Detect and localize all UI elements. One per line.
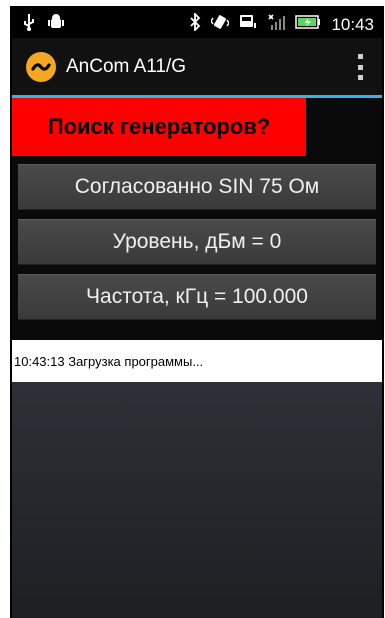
empty-content-area xyxy=(12,382,382,618)
overflow-menu-icon[interactable] xyxy=(358,54,364,80)
signal-icon xyxy=(267,13,286,36)
app-title: AnCom A11/G xyxy=(66,56,187,77)
status-icons-right: 10:43 xyxy=(189,11,374,36)
battery-icon xyxy=(295,14,321,35)
usb-icon xyxy=(22,13,36,36)
action-bar: AnCom A11/G xyxy=(12,38,382,98)
menu-dot xyxy=(358,54,363,59)
level-button[interactable]: Уровень, дБм = 0 xyxy=(18,219,376,265)
storage-icon xyxy=(239,13,257,36)
phone-screen: 10:43 AnCom A11/G Поиск генераторов? Сог… xyxy=(10,6,384,618)
log-line: 10:43:13 Загрузка программы... xyxy=(12,340,382,382)
frequency-button[interactable]: Частота, кГц = 100.000 xyxy=(18,274,376,320)
main-panel: Поиск генераторов? Согласованно SIN 75 О… xyxy=(12,98,382,340)
menu-dot xyxy=(358,64,363,70)
status-bar: 10:43 xyxy=(12,6,382,38)
status-clock: 10:43 xyxy=(331,14,374,34)
bluetooth-icon xyxy=(189,11,201,36)
vibrate-icon xyxy=(210,13,231,36)
status-icons-left xyxy=(22,13,64,36)
search-generators-button[interactable]: Поиск генераторов? xyxy=(12,98,306,156)
tilde-logo-icon[interactable] xyxy=(26,52,56,82)
menu-dot xyxy=(358,75,363,80)
android-debug-icon xyxy=(48,13,64,36)
mode-button[interactable]: Согласованно SIN 75 Ом xyxy=(18,164,376,210)
